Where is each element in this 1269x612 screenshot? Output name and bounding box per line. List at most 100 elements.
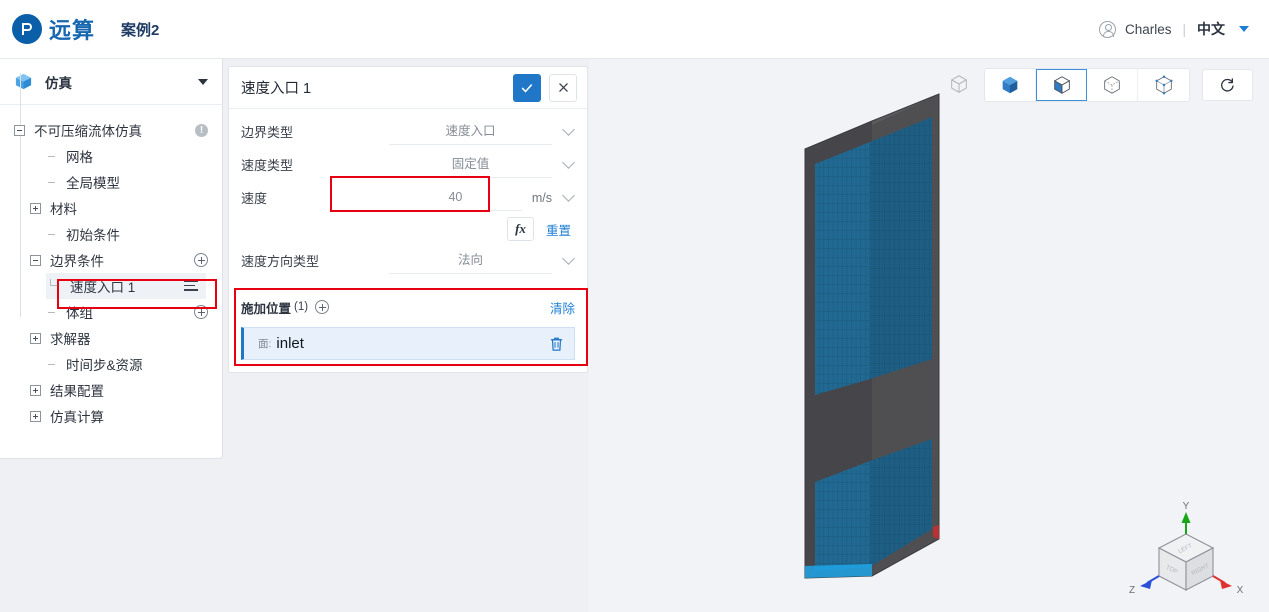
expand-toggle-icon[interactable]	[30, 332, 41, 344]
formula-button[interactable]: fx	[506, 217, 534, 241]
tree-item-label: 边界条件	[50, 254, 104, 269]
velocity-inlet-panel: 速度入口 1 边界类型 速度入口 速度类型 固定值 速度 40 m/s fx 重…	[228, 66, 588, 373]
menu-icon[interactable]	[184, 280, 198, 292]
expand-toggle-icon[interactable]	[30, 384, 41, 396]
collapse-toggle-icon[interactable]	[30, 254, 41, 266]
language-label[interactable]: 中文	[1197, 19, 1225, 39]
solid-shaded-cube-icon[interactable]	[985, 69, 1036, 101]
tree-item-label: 材料	[50, 202, 77, 217]
separator: |	[1182, 21, 1186, 37]
tree-item-label: 速度入口 1	[70, 280, 136, 295]
panel-header: 速度入口 1	[229, 67, 587, 109]
user-circle-icon	[1098, 20, 1116, 38]
field-value[interactable]: 法向	[389, 247, 552, 274]
svg-text:Y: Y	[1183, 501, 1190, 512]
field-velocity-type[interactable]: 速度类型 固定值	[241, 148, 575, 181]
svg-text:X: X	[1237, 585, 1244, 596]
plus-circle-icon[interactable]	[315, 300, 330, 314]
tree-branch-line	[46, 363, 57, 365]
navigation-cube[interactable]: LEFT TOP RIGHT Y X Z	[1125, 500, 1247, 604]
applied-location-count: (1)	[294, 301, 309, 313]
clear-link[interactable]: 清除	[550, 298, 575, 317]
field-boundary-type[interactable]: 边界类型 速度入口	[241, 115, 575, 148]
list-item[interactable]: 面: inlet	[241, 327, 575, 360]
tree-item-initial-conditions[interactable]: 初始条件	[0, 221, 222, 247]
field-value[interactable]: 速度入口	[389, 118, 552, 145]
shaded-edges-cube-icon[interactable]	[1036, 69, 1087, 101]
tree-item-label: 不可压缩流体仿真	[34, 124, 142, 139]
viewport-toolbar	[948, 68, 1253, 102]
tree-item-result-config[interactable]: 结果配置	[0, 377, 222, 403]
close-button[interactable]	[549, 73, 577, 102]
field-value[interactable]: 固定值	[389, 151, 552, 178]
info-icon[interactable]: !	[195, 123, 208, 137]
field-velocity-direction-type[interactable]: 速度方向类型 法向	[241, 244, 575, 277]
tree-item-label: 求解器	[50, 332, 91, 347]
applied-location-title: 施加位置	[241, 301, 292, 316]
sidebar-item-velocity-inlet-1[interactable]: 速度入口 1	[46, 273, 206, 299]
tree-item-label: 全局模型	[66, 176, 120, 191]
tree-item-label: 网格	[66, 150, 93, 165]
3d-viewport[interactable]: LEFT TOP RIGHT Y X Z	[589, 59, 1269, 612]
location-name: inlet	[276, 335, 304, 352]
tree-item-boundary-conditions[interactable]: 边界条件	[0, 247, 222, 273]
field-label: 速度方向类型	[241, 254, 320, 269]
velocity-unit: m/s	[531, 190, 552, 205]
chevron-down-icon[interactable]	[562, 252, 575, 265]
panel-form: 边界类型 速度入口 速度类型 固定值 速度 40 m/s fx 重置 速度方向类…	[229, 109, 587, 287]
field-velocity[interactable]: 速度 40 m/s	[241, 181, 575, 214]
tree-item-label: 初始条件	[66, 228, 120, 243]
tree-item-simulation-run[interactable]: 仿真计算	[0, 403, 222, 429]
svg-text:Z: Z	[1129, 585, 1135, 596]
field-label: 边界类型	[241, 125, 294, 140]
panel-title: 速度入口 1	[241, 81, 312, 97]
expand-toggle-icon[interactable]	[30, 202, 41, 214]
plus-circle-icon[interactable]	[194, 305, 208, 319]
velocity-actions: fx 重置	[241, 214, 573, 244]
trash-icon[interactable]	[549, 336, 564, 352]
tree-item-incompressible-flow[interactable]: 不可压缩流体仿真 !	[0, 117, 222, 143]
cube-icon	[14, 72, 33, 91]
top-bar: 远算 案例2 Charles | 中文	[0, 0, 1269, 59]
tree-branch-line	[46, 311, 57, 313]
tree-item-label: 结果配置	[50, 384, 104, 399]
tree-item-solver[interactable]: 求解器	[0, 325, 222, 351]
user-name[interactable]: Charles	[1125, 22, 1172, 37]
brand-logo[interactable]: 远算	[12, 13, 95, 45]
tree-item-mesh[interactable]: 网格	[0, 143, 222, 169]
location-kind-label: 面:	[258, 338, 272, 350]
field-label: 速度类型	[241, 158, 294, 173]
hidden-line-cube-icon[interactable]	[1087, 69, 1138, 101]
logo-text: 远算	[49, 18, 96, 43]
simulation-tree: 不可压缩流体仿真 ! 网格 全局模型 材料 初始条件 边界条件 速度入口 1 体…	[0, 73, 222, 429]
display-mode-group	[984, 68, 1190, 102]
tree-item-label: 时间步&资源	[66, 358, 143, 373]
tree-item-volume-group[interactable]: 体组	[0, 299, 222, 325]
expand-toggle-icon[interactable]	[30, 410, 41, 422]
case-name: 案例2	[121, 21, 160, 39]
chevron-down-icon[interactable]	[1239, 26, 1249, 32]
plus-circle-icon[interactable]	[194, 253, 208, 267]
sidebar-header-label: 仿真	[45, 75, 72, 91]
tree-item-material[interactable]: 材料	[0, 195, 222, 221]
reset-view-icon[interactable]	[1202, 69, 1253, 101]
reset-link[interactable]: 重置	[546, 220, 571, 239]
applied-location-section: 施加位置 (1) 清除 面: inlet	[229, 287, 587, 372]
confirm-button[interactable]	[513, 73, 541, 102]
wireframe-cube-icon[interactable]	[948, 73, 972, 97]
app-root: 远算 案例2 Charles | 中文 仿真 不可压缩流体仿真 ! 网格 全局模…	[0, 0, 1269, 612]
collapse-toggle-icon[interactable]	[14, 124, 25, 136]
velocity-input[interactable]: 40	[389, 184, 522, 211]
sidebar-header[interactable]: 仿真	[0, 59, 222, 105]
tree-item-global-model[interactable]: 全局模型	[0, 169, 222, 195]
chevron-down-icon[interactable]	[198, 78, 208, 85]
chevron-down-icon[interactable]	[562, 189, 575, 202]
top-bar-right: Charles | 中文	[1098, 19, 1249, 39]
tree-branch-line	[46, 233, 57, 235]
tree-item-timestep-resources[interactable]: 时间步&资源	[0, 351, 222, 377]
sidebar: 仿真 不可压缩流体仿真 ! 网格 全局模型 材料 初始条件 边界条件 速度入口 …	[0, 59, 223, 459]
wireframe-points-cube-icon[interactable]	[1138, 69, 1189, 101]
chevron-down-icon[interactable]	[562, 123, 575, 136]
chevron-down-icon[interactable]	[562, 156, 575, 169]
tree-branch-line	[46, 181, 57, 183]
